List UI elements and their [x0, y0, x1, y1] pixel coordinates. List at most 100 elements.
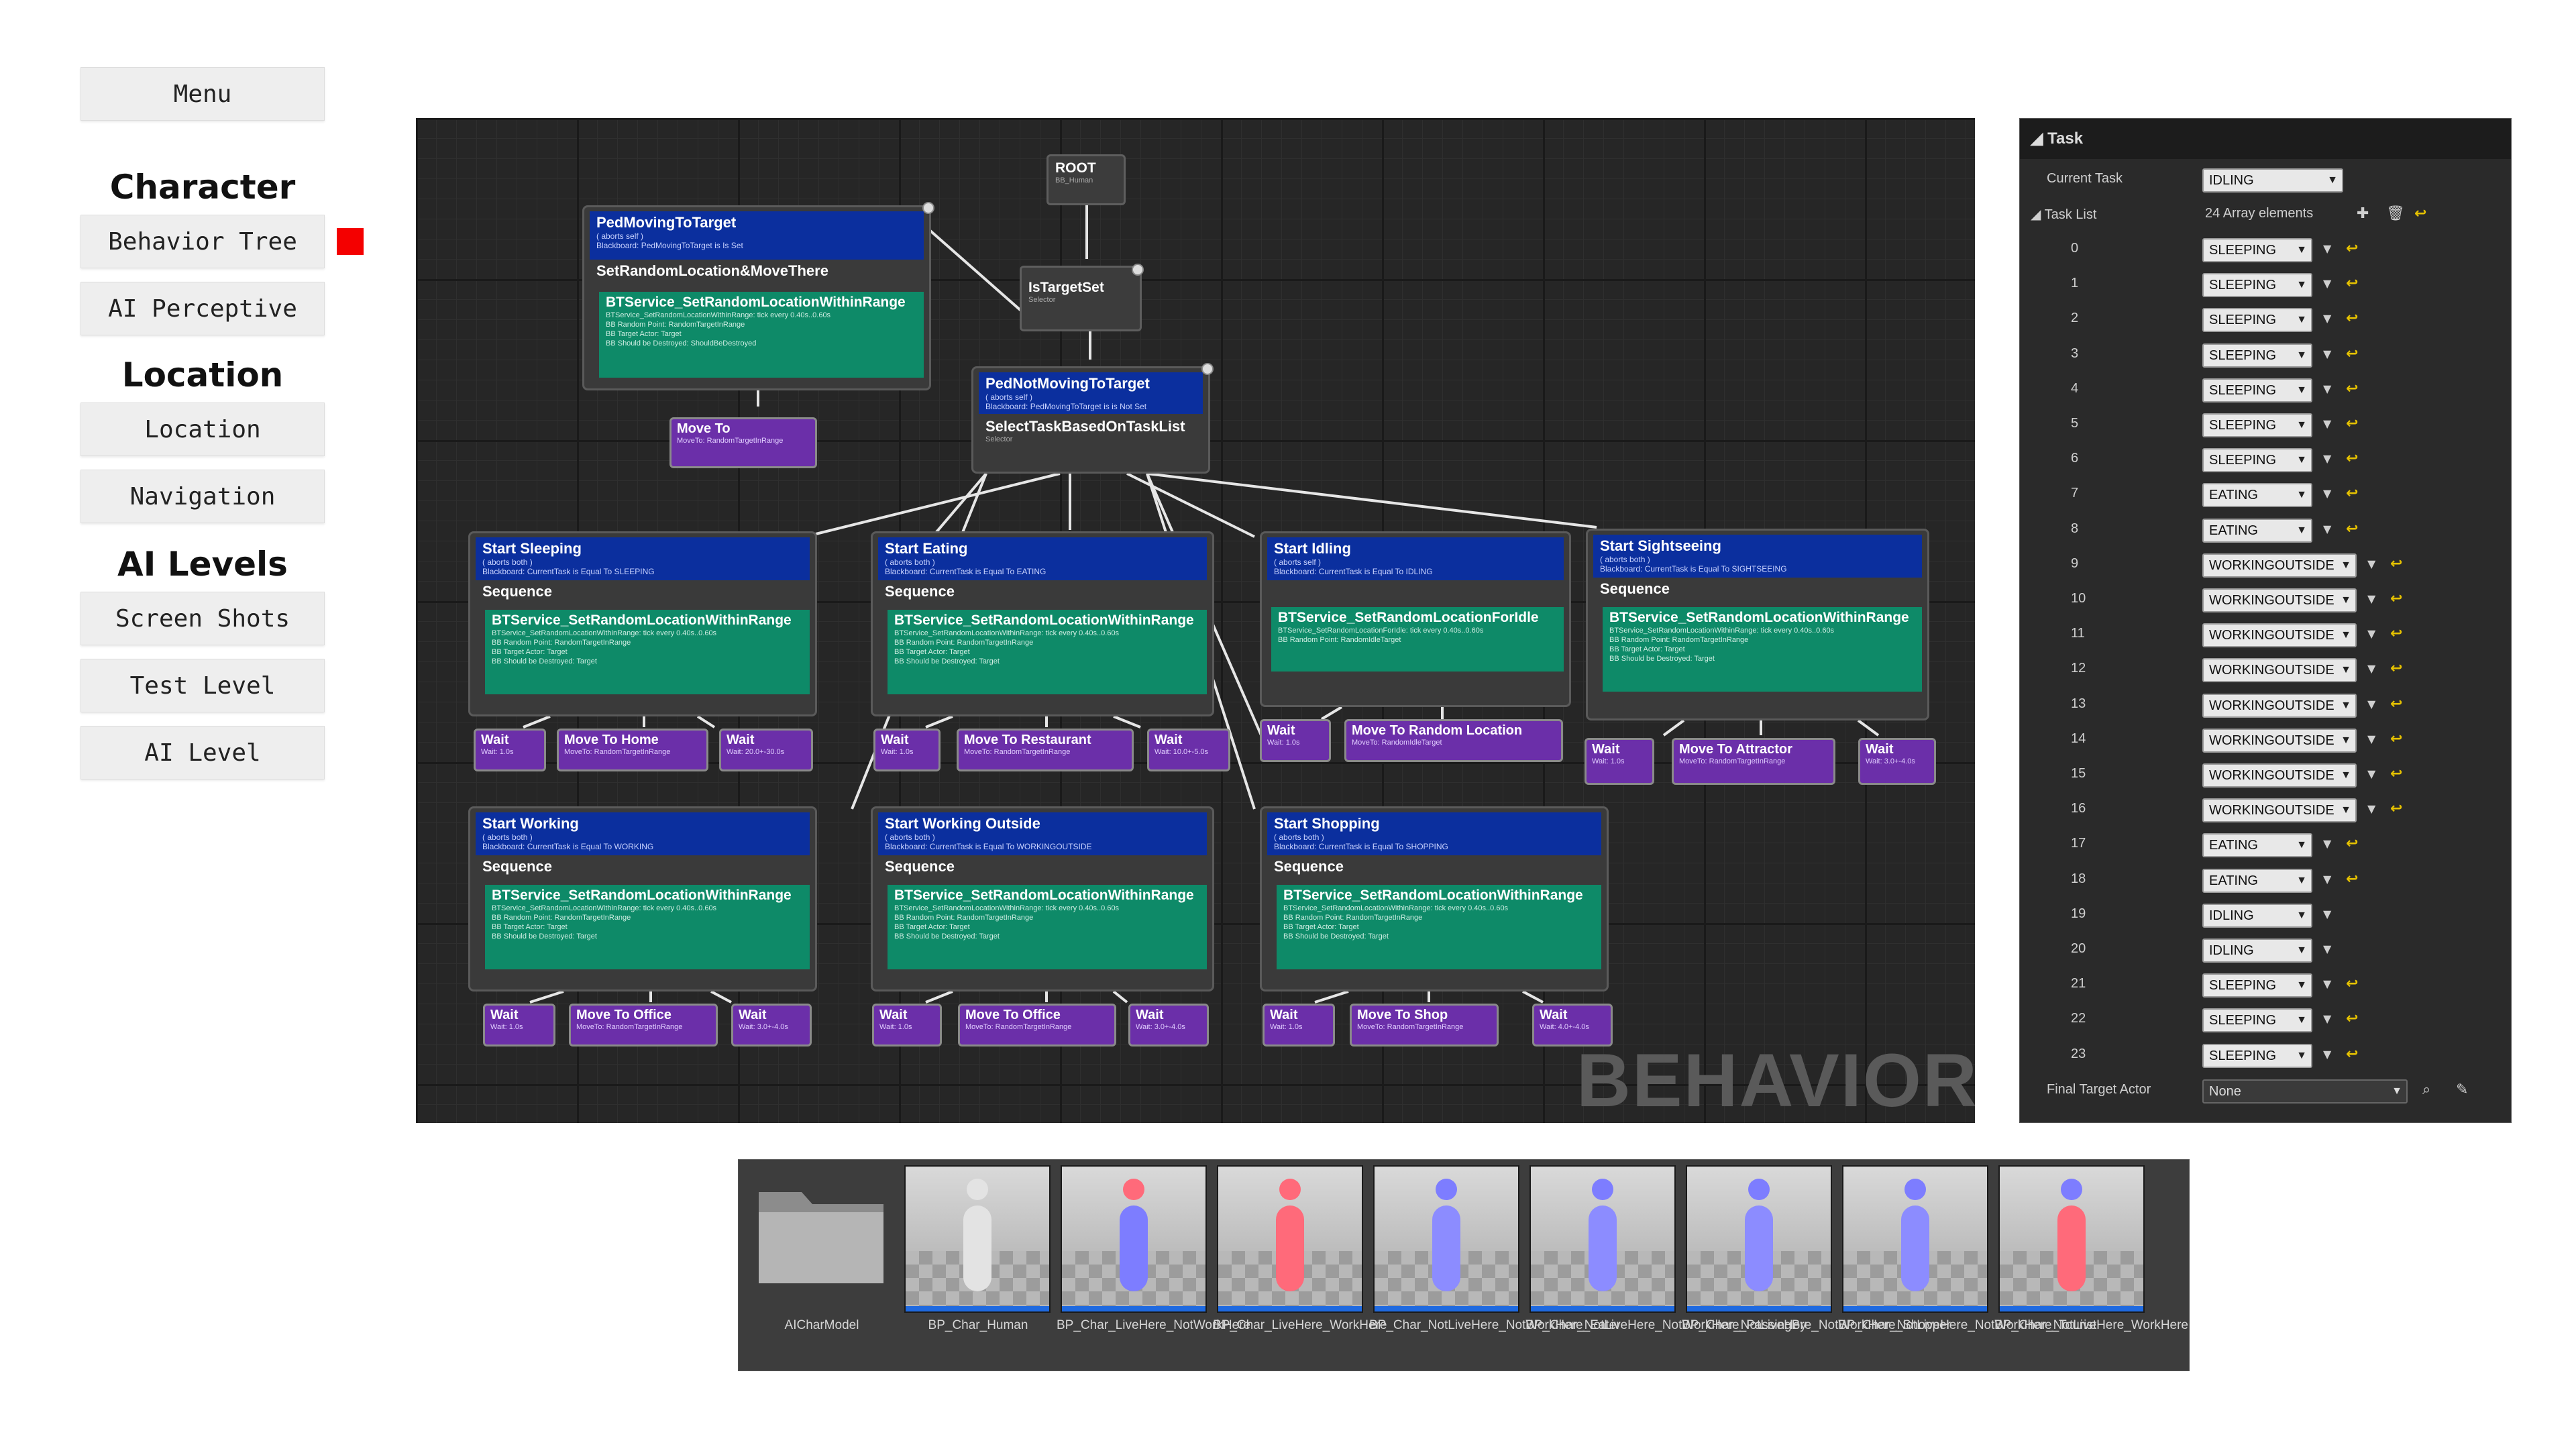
element-options-icon[interactable]: ▼ [2323, 521, 2331, 537]
group-service[interactable]: BTService_SetRandomLocationWithinRange B… [1277, 885, 1601, 969]
reset-icon[interactable]: ↩ [2346, 835, 2358, 853]
task-dropdown[interactable]: SLEEPING ▼ [2202, 308, 2312, 332]
task-dropdown[interactable]: IDLING ▼ [2202, 904, 2312, 928]
wait-task[interactable]: Wait Wait: 1.0s [474, 729, 546, 771]
task-dropdown[interactable]: WORKINGOUTSIDE ▼ [2202, 588, 2357, 612]
nav-behavior-tree-button[interactable]: Behavior Tree [80, 215, 325, 268]
wait-task[interactable]: Wait Wait: 10.0+-5.0s [1147, 729, 1230, 771]
wait-task[interactable]: Wait Wait: 1.0s [1263, 1004, 1335, 1046]
current-task-dropdown[interactable]: IDLING ▼ [2202, 168, 2343, 193]
is-target-set-node[interactable]: IsTargetSet Selector [1020, 264, 1144, 331]
nav-ai-perceptive-button[interactable]: AI Perceptive [80, 282, 325, 335]
blueprint-asset[interactable]: BP_Char_NotLiveHere_WorkHere [1994, 1160, 2188, 1372]
element-options-icon[interactable]: ▼ [2323, 311, 2331, 327]
move-to-attractor-task[interactable]: Move To Attractor MoveTo: RandomTargetInR… [1672, 738, 1835, 785]
task-dropdown[interactable]: SLEEPING ▼ [2202, 448, 2312, 472]
reset-icon[interactable]: ↩ [2390, 730, 2402, 749]
reset-icon[interactable]: ↩ [2346, 1010, 2358, 1028]
group-service[interactable]: BTService_SetRandomLocationWithinRange B… [1603, 607, 1922, 692]
reset-icon[interactable]: ↩ [2346, 415, 2358, 433]
task-dropdown[interactable]: WORKINGOUTSIDE ▼ [2202, 798, 2357, 822]
task-dropdown[interactable]: EATING ▼ [2202, 833, 2312, 857]
task-dropdown[interactable]: SLEEPING ▼ [2202, 378, 2312, 402]
task-dropdown[interactable]: SLEEPING ▼ [2202, 1008, 2312, 1032]
blueprint-asset[interactable]: BP_Char_NotLiveHere_NotWorkHere_Shopper [1682, 1160, 1951, 1372]
group-service[interactable]: BTService_SetRandomLocationWithinRange B… [888, 885, 1207, 969]
move-to-office-task[interactable]: Move To Office MoveTo: RandomTargetInRang… [569, 1004, 718, 1046]
nav-navigation-button[interactable]: Navigation [80, 470, 325, 523]
start-eating-node[interactable]: Start Eating ( aborts both ) Blackboard:… [871, 531, 1214, 716]
move-to-home-task[interactable]: Move To Home MoveTo: RandomTargetInRange [557, 729, 708, 771]
group-service[interactable]: BTService_SetRandomLocationForIdle BTSer… [1271, 607, 1564, 672]
reset-icon[interactable]: ↩ [2346, 345, 2358, 364]
task-dropdown[interactable]: SLEEPING ▼ [2202, 273, 2312, 297]
reset-icon[interactable]: ↩ [2390, 590, 2402, 608]
task-dropdown[interactable]: SLEEPING ▼ [2202, 238, 2312, 262]
element-options-icon[interactable]: ▼ [2323, 1011, 2331, 1027]
blueprint-asset[interactable]: BP_Char_Human [904, 1160, 1053, 1372]
task-dropdown[interactable]: WORKINGOUTSIDE ▼ [2202, 623, 2357, 647]
task-dropdown[interactable]: WORKINGOUTSIDE ▼ [2202, 694, 2357, 718]
start-working-outside-node[interactable]: Start Working Outside ( aborts both ) Bl… [871, 806, 1214, 991]
task-dropdown[interactable]: IDLING ▼ [2202, 938, 2312, 963]
task-dropdown[interactable]: SLEEPING ▼ [2202, 343, 2312, 368]
task-dropdown[interactable]: WORKINGOUTSIDE ▼ [2202, 763, 2357, 788]
start-sightseeing-node[interactable]: Start Sightseeing ( aborts both ) Blackb… [1586, 529, 1929, 720]
element-options-icon[interactable]: ▼ [2367, 696, 2375, 712]
start-working-node[interactable]: Start Working ( aborts both ) Blackboard… [468, 806, 817, 991]
menu-button[interactable]: Menu [80, 67, 325, 121]
wait-task[interactable]: Wait Wait: 1.0s [1260, 719, 1331, 762]
output-pin[interactable] [1201, 363, 1214, 375]
wait-task[interactable]: Wait Wait: 1.0s [873, 729, 941, 771]
element-options-icon[interactable]: ▼ [2323, 1046, 2331, 1063]
group-service[interactable]: BTService_SetRandomLocationWithinRange B… [888, 610, 1207, 694]
element-options-icon[interactable]: ▼ [2323, 346, 2331, 362]
element-options-icon[interactable]: ▼ [2323, 836, 2331, 852]
reset-icon[interactable]: ↩ [2390, 659, 2402, 678]
ped-not-moving-to-target-node[interactable]: PedNotMovingToTarget ( aborts self ) Bla… [971, 363, 1214, 474]
folder-asset[interactable]: AICharModel [748, 1160, 897, 1372]
nav-test-level-button[interactable]: Test Level [80, 659, 325, 712]
wait-task[interactable]: Wait Wait: 20.0+-30.0s [719, 729, 813, 771]
blueprint-asset[interactable]: BP_Char_LiveHere_NotWorkHere [1057, 1160, 1250, 1372]
element-options-icon[interactable]: ▼ [2323, 381, 2331, 397]
output-pin[interactable] [1132, 264, 1144, 276]
reset-icon[interactable]: ↩ [2346, 309, 2358, 328]
reset-icon[interactable]: ↩ [2390, 800, 2402, 818]
wait-task[interactable]: Wait Wait: 3.0+-4.0s [731, 1004, 812, 1046]
nav-ai-level-button[interactable]: AI Level [80, 726, 325, 780]
element-options-icon[interactable]: ▼ [2323, 416, 2331, 432]
element-options-icon[interactable]: ▼ [2323, 976, 2331, 992]
wait-task[interactable]: Wait Wait: 1.0s [1585, 738, 1654, 785]
reset-icon[interactable]: ↩ [2390, 625, 2402, 643]
reset-icon[interactable]: ↩ [2390, 555, 2402, 574]
reset-icon[interactable]: ↩ [2346, 870, 2358, 889]
move-to-office-task[interactable]: Move To Office MoveTo: RandomTargetInRang… [958, 1004, 1116, 1046]
element-options-icon[interactable]: ▼ [2323, 451, 2331, 467]
task-dropdown[interactable]: SLEEPING ▼ [2202, 413, 2312, 437]
group-service[interactable]: BTService_SetRandomLocationWithinRange B… [485, 885, 810, 969]
start-sleeping-node[interactable]: Start Sleeping ( aborts both ) Blackboar… [468, 531, 817, 716]
blueprint-asset[interactable]: BP_Char_NotLiveHere_NotWorkHere_Tourist [1838, 1160, 2096, 1372]
reset-icon[interactable]: ↩ [2390, 765, 2402, 784]
search-icon[interactable]: ⌕ [2422, 1082, 2430, 1098]
wait-task[interactable]: Wait Wait: 1.0s [872, 1004, 942, 1046]
behavior-tree-graph[interactable]: ROOT BB_Human IsTargetSet Selector PedMo… [416, 118, 1975, 1123]
element-options-icon[interactable]: ▼ [2323, 941, 2331, 957]
start-shopping-node[interactable]: Start Shopping ( aborts both ) Blackboar… [1260, 806, 1609, 991]
nav-location-button[interactable]: Location [80, 402, 325, 456]
start-idling-node[interactable]: Start Idling ( aborts self ) Blackboard:… [1260, 531, 1571, 707]
move-to-shop-task[interactable]: Move To Shop MoveTo: RandomTargetInRange [1350, 1004, 1499, 1046]
task-section-header[interactable]: ◢ Task [2020, 119, 2511, 159]
wait-task[interactable]: Wait Wait: 3.0+-4.0s [1128, 1004, 1209, 1046]
element-options-icon[interactable]: ▼ [2323, 871, 2331, 888]
move-to-random-location-task[interactable]: Move To Random Location MoveTo: RandomIdl… [1344, 719, 1563, 762]
element-options-icon[interactable]: ▼ [2367, 661, 2375, 677]
reset-icon[interactable]: ↩ [2414, 205, 2426, 223]
element-options-icon[interactable]: ▼ [2367, 731, 2375, 747]
move-to-restaurant-task[interactable]: Move To Restaurant MoveTo: RandomTargetIn… [957, 729, 1134, 771]
reset-icon[interactable]: ↩ [2346, 975, 2358, 994]
element-options-icon[interactable]: ▼ [2323, 486, 2331, 502]
element-options-icon[interactable]: ▼ [2367, 591, 2375, 607]
eyedropper-icon[interactable]: ✎ [2456, 1082, 2468, 1098]
